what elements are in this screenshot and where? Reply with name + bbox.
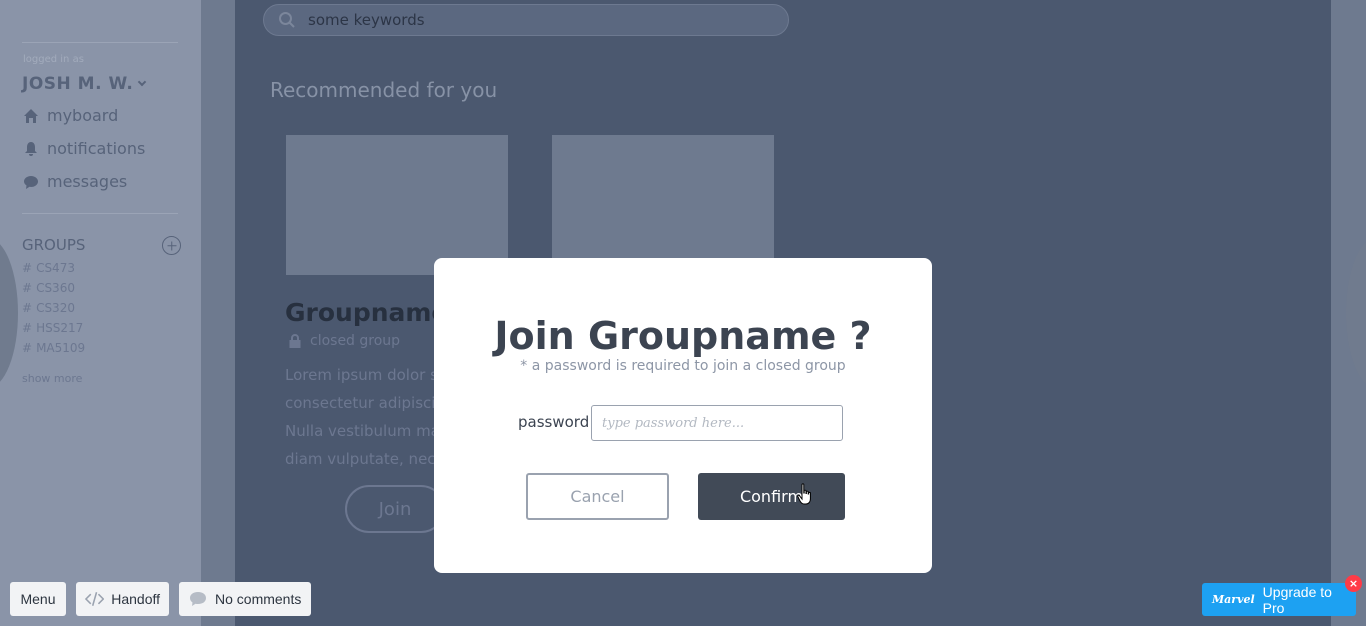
groups-heading: GROUPS <box>22 236 86 254</box>
description-line: consectetur adipiscin <box>285 394 435 412</box>
bell-icon <box>25 141 37 156</box>
card-image[interactable] <box>286 135 508 275</box>
group-item[interactable]: # MA5109 <box>22 341 85 355</box>
card-status-label: closed group <box>310 333 401 349</box>
description-line: Lorem ipsum dolor sit <box>285 366 435 384</box>
hash-icon: # <box>22 261 33 275</box>
nav-label: messages <box>47 172 128 191</box>
description-line: diam vulputate, nec <box>285 450 435 468</box>
chat-icon <box>24 175 38 189</box>
group-label: CS320 <box>36 301 75 315</box>
nav-item-myboard[interactable]: myboard <box>23 106 118 125</box>
nav-item-messages[interactable]: messages <box>23 172 127 191</box>
hash-icon: # <box>22 301 33 315</box>
sidebar: logged in as JOSH M. W. myboard notifica… <box>0 0 201 626</box>
hash-icon: # <box>22 341 33 355</box>
cancel-button[interactable]: Cancel <box>526 473 669 520</box>
card-group-name: Groupname <box>285 298 449 327</box>
menu-label: Menu <box>20 591 56 607</box>
divider <box>22 42 178 43</box>
card-description: Lorem ipsum dolor sit consectetur adipis… <box>285 361 435 473</box>
chevron-down-icon <box>138 77 147 87</box>
section-title: Recommended for you <box>270 78 498 102</box>
handoff-button[interactable]: Handoff <box>76 582 169 616</box>
gutter <box>201 0 235 626</box>
username: JOSH M. W. <box>22 74 134 94</box>
group-label: MA5109 <box>36 341 86 355</box>
join-group-modal: Join Groupname ? * a password is require… <box>434 258 932 573</box>
search-input[interactable]: some keywords <box>308 11 425 29</box>
user-menu[interactable]: JOSH M. W. <box>22 74 147 94</box>
confirm-button[interactable]: Confirm <box>698 473 845 520</box>
group-item[interactable]: # CS360 <box>22 281 75 295</box>
hash-icon: # <box>22 321 33 335</box>
group-label: CS473 <box>36 261 75 275</box>
logged-in-label: logged in as <box>23 54 84 65</box>
add-group-icon[interactable] <box>162 236 181 255</box>
description-line: Nulla vestibulum ma <box>285 422 435 440</box>
close-icon[interactable]: × <box>1345 575 1362 592</box>
marvel-logo: Marvel <box>1212 593 1255 606</box>
group-item[interactable]: # HSS217 <box>22 321 83 335</box>
comment-icon <box>190 592 206 606</box>
divider <box>22 213 178 214</box>
nav-label: myboard <box>47 106 119 125</box>
upgrade-label: Upgrade to Pro <box>1262 583 1332 616</box>
group-item[interactable]: # CS473 <box>22 261 75 275</box>
modal-subtitle: * a password is required to join a close… <box>520 358 846 374</box>
comments-button[interactable]: No comments <box>179 582 311 616</box>
join-button[interactable]: Join <box>345 485 445 533</box>
card-status: closed group <box>288 333 400 349</box>
upgrade-button[interactable]: Marvel Upgrade to Pro <box>1202 583 1356 616</box>
modal-title: Join Groupname ? <box>494 314 872 358</box>
search-icon <box>279 12 295 28</box>
comments-label: No comments <box>215 591 302 607</box>
code-icon <box>85 592 105 606</box>
nav-item-notifications[interactable]: notifications <box>23 139 145 158</box>
menu-button[interactable]: Menu <box>10 582 66 616</box>
hash-icon: # <box>22 281 33 295</box>
search-bar[interactable]: some keywords <box>263 4 789 36</box>
card-image[interactable] <box>552 135 774 275</box>
group-label: HSS217 <box>36 321 84 335</box>
group-item[interactable]: # CS320 <box>22 301 75 315</box>
password-label: password <box>518 413 590 431</box>
lock-icon <box>289 334 301 348</box>
home-icon <box>24 108 38 123</box>
handoff-label: Handoff <box>111 591 160 607</box>
show-more-link[interactable]: show more <box>22 372 82 385</box>
nav-label: notifications <box>47 139 146 158</box>
group-label: CS360 <box>36 281 75 295</box>
password-field[interactable] <box>591 405 843 441</box>
